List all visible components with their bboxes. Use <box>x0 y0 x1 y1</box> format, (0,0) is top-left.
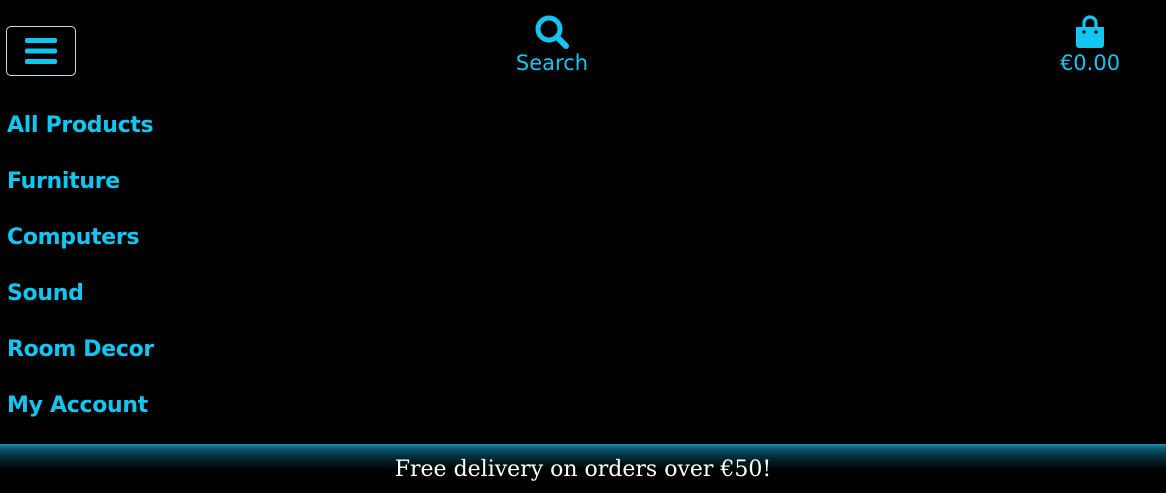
delivery-banner-text: Free delivery on orders over €50! <box>394 457 772 482</box>
nav-item-room-decor[interactable]: Room Decor <box>7 324 154 380</box>
site-header: Search €0.00 <box>0 0 1166 100</box>
nav-item-all-products[interactable]: All Products <box>7 100 154 156</box>
delivery-banner: Free delivery on orders over €50! <box>0 444 1166 493</box>
nav-item-computers[interactable]: Computers <box>7 212 154 268</box>
shopping-bag-icon <box>1076 15 1104 48</box>
nav-item-my-account[interactable]: My Account <box>7 380 154 436</box>
main-nav: All Products Furniture Computers Sound R… <box>7 100 154 436</box>
search-link[interactable]: Search <box>491 12 613 86</box>
menu-toggle-button[interactable] <box>6 26 76 76</box>
shopping-bag-link[interactable]: €0.00 <box>1030 12 1150 86</box>
nav-item-sound[interactable]: Sound <box>7 268 154 324</box>
bag-total: €0.00 <box>1059 51 1121 75</box>
search-icon <box>535 15 569 49</box>
search-label: Search <box>515 51 589 75</box>
hamburger-icon <box>25 38 57 64</box>
nav-item-furniture[interactable]: Furniture <box>7 156 154 212</box>
